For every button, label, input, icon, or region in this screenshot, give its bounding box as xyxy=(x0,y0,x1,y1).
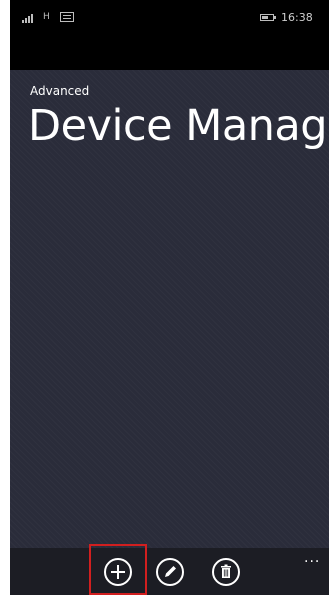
trash-icon xyxy=(221,564,231,578)
pencil-icon xyxy=(165,566,176,577)
battery-level xyxy=(262,16,268,19)
battery-icon xyxy=(260,14,274,21)
clock: 16:38 xyxy=(281,11,313,24)
status-bar: H 16:38 xyxy=(10,0,329,40)
message-icon xyxy=(60,12,74,22)
battery-tip xyxy=(274,16,276,19)
app-subtitle: Advanced xyxy=(30,84,90,98)
edit-button[interactable] xyxy=(156,558,184,586)
phone-screen: H 16:38 Advanced Device Manager xyxy=(10,0,329,595)
more-options-icon[interactable]: ... xyxy=(304,550,320,566)
network-type: H xyxy=(43,12,50,22)
highlight-box xyxy=(89,544,147,595)
app-bar: ... xyxy=(10,548,329,595)
delete-button[interactable] xyxy=(212,558,240,586)
app-content: Advanced Device Manager xyxy=(10,70,329,548)
signal-icon xyxy=(22,13,40,23)
page-title: Device Manager xyxy=(28,101,329,151)
